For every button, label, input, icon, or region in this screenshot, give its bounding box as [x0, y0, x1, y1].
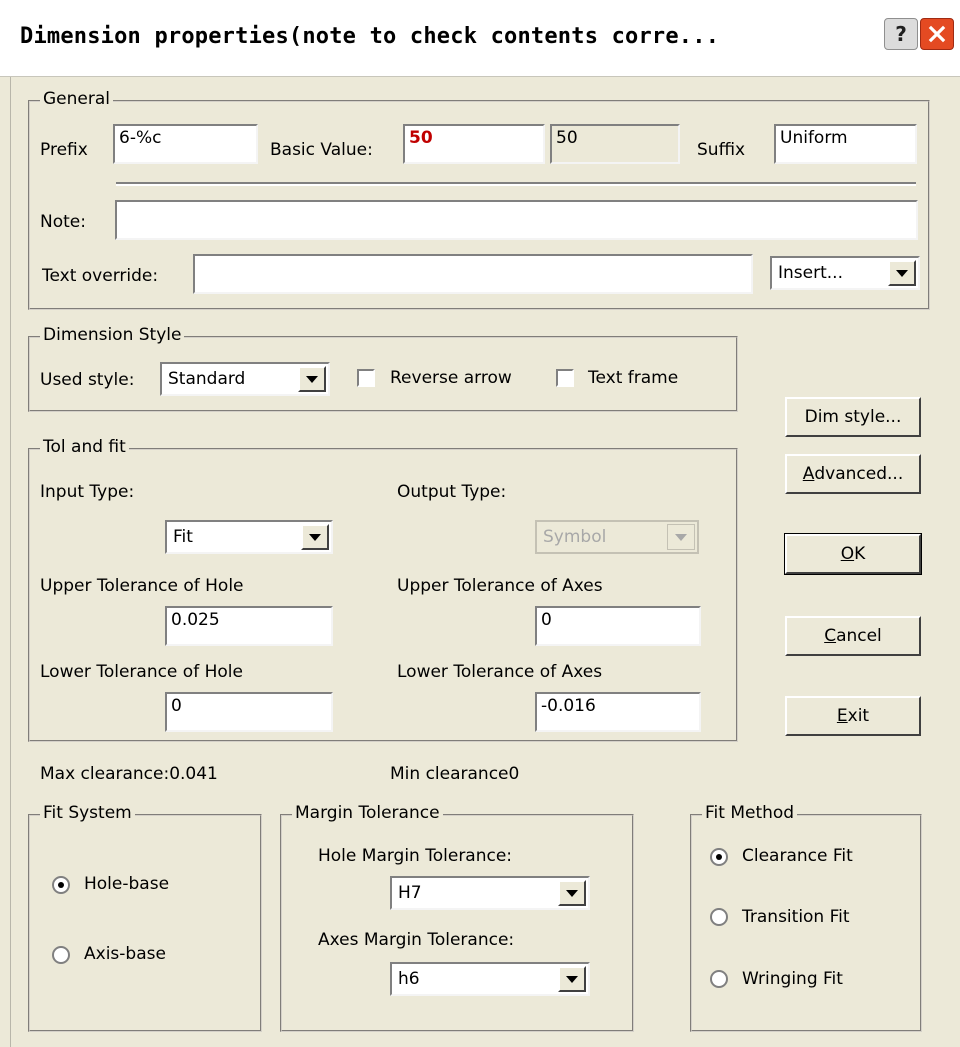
transition-fit-label[interactable]: Transition Fit: [742, 907, 850, 927]
upper-hole-input[interactable]: 0.025: [165, 606, 333, 646]
lower-hole-input[interactable]: 0: [165, 692, 333, 732]
lower-axes-label: Lower Tolerance of Axes: [397, 662, 603, 682]
cancel-label: ancel: [836, 626, 882, 646]
close-icon: [928, 25, 946, 43]
title-bar[interactable]: Dimension properties(note to check conte…: [0, 0, 960, 77]
hole-margin-dropdown[interactable]: H7: [390, 876, 590, 910]
clearance-fit-label[interactable]: Clearance Fit: [742, 846, 853, 866]
help-button[interactable]: ?: [884, 18, 918, 50]
cancel-button[interactable]: Cancel: [785, 616, 921, 656]
used-style-label: Used style:: [40, 370, 135, 390]
text-override-input[interactable]: [193, 254, 753, 294]
axis-base-radio[interactable]: [52, 946, 70, 964]
text-frame-checkbox[interactable]: [556, 369, 574, 387]
exit-label: xit: [847, 706, 870, 726]
chevron-down-icon[interactable]: [298, 366, 326, 392]
axes-margin-value: h6: [398, 969, 420, 989]
axes-margin-dropdown[interactable]: h6: [390, 962, 590, 996]
reverse-arrow-label[interactable]: Reverse arrow: [390, 368, 512, 388]
hole-margin-value: H7: [398, 883, 422, 903]
lower-hole-label: Lower Tolerance of Hole: [40, 662, 243, 682]
advanced-accel: A: [802, 464, 815, 484]
general-legend: General: [40, 89, 113, 109]
basic-value-label: Basic Value:: [270, 140, 373, 160]
upper-axes-label: Upper Tolerance of Axes: [397, 576, 603, 596]
chevron-down-icon[interactable]: [301, 524, 329, 550]
margin-tolerance-legend: Margin Tolerance: [292, 803, 443, 823]
dim-style-button[interactable]: Dim style...: [785, 397, 921, 437]
input-type-label: Input Type:: [40, 482, 135, 502]
close-button[interactable]: [920, 18, 954, 50]
chevron-down-icon: [667, 524, 695, 550]
output-type-value: Symbol: [543, 527, 607, 547]
advanced-label: dvanced...: [814, 464, 904, 484]
fit-system-group: Fit System: [28, 803, 262, 1032]
lower-axes-input[interactable]: -0.016: [535, 692, 701, 732]
used-style-value: Standard: [168, 369, 246, 389]
basic-value-input[interactable]: 50: [403, 124, 545, 164]
prefix-input[interactable]: 6-%c: [113, 124, 258, 164]
fit-system-legend: Fit System: [40, 803, 135, 823]
ok-label: K: [854, 544, 866, 564]
min-clearance-text: Min clearance0: [390, 764, 520, 784]
wringing-fit-radio[interactable]: [710, 970, 728, 988]
hole-base-label[interactable]: Hole-base: [84, 874, 169, 894]
advanced-button[interactable]: Advanced...: [785, 454, 921, 494]
insert-dropdown[interactable]: Insert...: [770, 256, 920, 290]
chevron-down-icon[interactable]: [888, 260, 916, 286]
fit-method-legend: Fit Method: [702, 803, 798, 823]
exit-button[interactable]: Exit: [785, 696, 921, 736]
chevron-down-icon[interactable]: [558, 966, 586, 992]
tol-fit-legend: Tol and fit: [40, 437, 129, 457]
suffix-label: Suffix: [697, 140, 746, 160]
upper-hole-label: Upper Tolerance of Hole: [40, 576, 244, 596]
output-type-label: Output Type:: [397, 482, 507, 502]
input-type-value: Fit: [173, 527, 193, 547]
cancel-accel: C: [824, 626, 837, 646]
ok-accel: O: [840, 544, 855, 564]
suffix-input[interactable]: Uniform: [774, 124, 917, 164]
text-override-label: Text override:: [42, 266, 159, 286]
chevron-down-icon[interactable]: [558, 880, 586, 906]
axis-base-label[interactable]: Axis-base: [84, 944, 166, 964]
exit-accel: E: [836, 706, 848, 726]
dimension-style-legend: Dimension Style: [40, 325, 185, 345]
max-clearance-text: Max clearance:0.041: [40, 764, 218, 784]
reverse-arrow-checkbox[interactable]: [357, 369, 375, 387]
text-frame-label[interactable]: Text frame: [588, 368, 678, 388]
general-separator: [116, 182, 916, 186]
clearance-fit-radio[interactable]: [710, 848, 728, 866]
dialog-title: Dimension properties(note to check conte…: [20, 24, 720, 49]
basic-value-readonly: 50: [550, 124, 680, 164]
hole-base-radio[interactable]: [52, 876, 70, 894]
output-type-dropdown: Symbol: [535, 520, 699, 554]
note-label: Note:: [40, 212, 86, 232]
insert-dropdown-value: Insert...: [778, 263, 843, 283]
question-icon: ?: [895, 22, 907, 46]
wringing-fit-label[interactable]: Wringing Fit: [742, 969, 843, 989]
axes-margin-label: Axes Margin Tolerance:: [318, 930, 515, 950]
upper-axes-input[interactable]: 0: [535, 606, 701, 646]
hole-margin-label: Hole Margin Tolerance:: [318, 846, 513, 866]
prefix-label: Prefix: [40, 140, 88, 160]
used-style-dropdown[interactable]: Standard: [160, 362, 330, 396]
input-type-dropdown[interactable]: Fit: [165, 520, 333, 554]
note-input[interactable]: [115, 200, 918, 240]
transition-fit-radio[interactable]: [710, 908, 728, 926]
ok-button[interactable]: OK: [784, 533, 922, 575]
